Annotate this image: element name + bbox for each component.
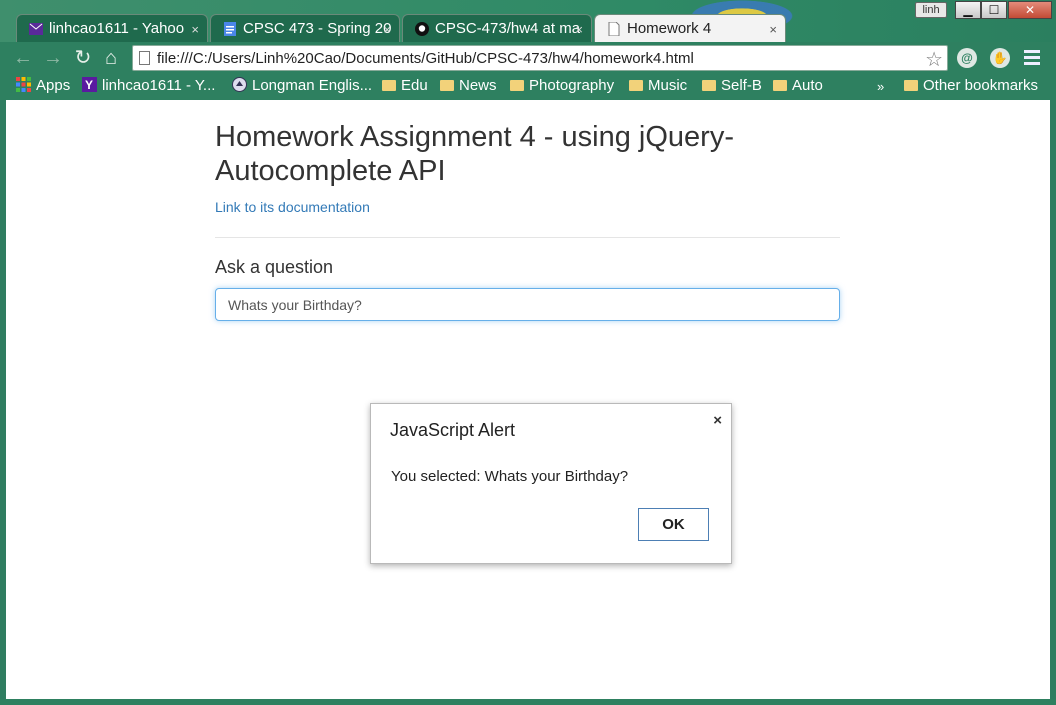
- browser-titlebar: linhcao1611 - Yahoo × CPSC 473 - Spring …: [0, 0, 1056, 42]
- tab-title: linhcao1611 - Yahoo: [49, 20, 185, 37]
- window-bottom-border: [0, 699, 1056, 705]
- bookmarks-bar: Apps Ylinhcao1611 - Y... Longman Englis.…: [0, 74, 1056, 100]
- tab-close-icon[interactable]: ×: [191, 22, 199, 37]
- page-icon: [139, 51, 150, 65]
- svg-text:Y: Y: [85, 78, 93, 92]
- javascript-alert-dialog: JavaScript Alert × You selected: Whats y…: [370, 403, 732, 564]
- divider: [215, 237, 840, 238]
- tab-title: Homework 4: [627, 20, 712, 37]
- folder-icon: [510, 80, 524, 91]
- page-viewport: Homework Assignment 4 - using jQuery-Aut…: [6, 100, 1050, 699]
- tab-homework-4[interactable]: Homework 4 ×: [594, 14, 786, 42]
- bookmark-folder-edu[interactable]: Edu: [382, 77, 428, 94]
- menu-icon[interactable]: [1024, 50, 1040, 66]
- page-icon: [608, 22, 620, 36]
- ok-button[interactable]: OK: [638, 508, 709, 541]
- folder-icon: [904, 80, 918, 91]
- apps-grid-icon: [16, 77, 31, 92]
- maximize-button[interactable]: ☐: [981, 1, 1007, 19]
- question-label: Ask a question: [215, 257, 334, 277]
- bookmark-longman[interactable]: Longman Englis...: [232, 77, 372, 94]
- close-icon[interactable]: ×: [713, 412, 722, 429]
- folder-icon: [702, 80, 716, 91]
- page-title: Homework Assignment 4 - using jQuery-Aut…: [215, 121, 734, 187]
- tab-yahoo-mail[interactable]: linhcao1611 - Yahoo ×: [16, 14, 208, 42]
- home-icon[interactable]: ⌂: [100, 47, 122, 69]
- bookmark-folder-news[interactable]: News: [440, 77, 497, 94]
- github-icon: [415, 22, 429, 36]
- back-icon[interactable]: ←: [12, 47, 34, 69]
- documentation-link[interactable]: Link to its documentation: [215, 199, 370, 215]
- bookmark-yahoo[interactable]: Ylinhcao1611 - Y...: [82, 77, 215, 94]
- alert-title: JavaScript Alert: [390, 420, 516, 440]
- address-bar[interactable]: file:///C:/Users/Linh%20Cao/Documents/Gi…: [132, 45, 948, 71]
- browser-toolbar: ← → ↻ ⌂ file:///C:/Users/Linh%20Cao/Docu…: [0, 42, 1056, 74]
- bookmark-folder-auto[interactable]: Auto: [773, 77, 823, 94]
- close-window-button[interactable]: ✕: [1008, 1, 1052, 19]
- minimize-button[interactable]: ▁: [955, 1, 981, 19]
- alert-message: You selected: Whats your Birthday?: [391, 468, 629, 485]
- tab-title: CPSC-473/hw4 at ma: [435, 20, 581, 37]
- bookmark-folder-self-b[interactable]: Self-B: [702, 77, 762, 94]
- folder-icon: [773, 80, 787, 91]
- folder-icon: [440, 80, 454, 91]
- reload-icon[interactable]: ↻: [72, 47, 94, 69]
- tab-close-icon[interactable]: ×: [383, 22, 391, 37]
- docs-icon: [224, 22, 236, 36]
- bookmark-star-icon[interactable]: ☆: [925, 47, 943, 72]
- question-input[interactable]: [215, 288, 840, 321]
- bookmark-folder-music[interactable]: Music: [629, 77, 687, 94]
- adblock-icon[interactable]: ✋: [990, 48, 1010, 68]
- forward-icon[interactable]: →: [42, 47, 64, 69]
- bookmark-folder-other[interactable]: Other bookmarks: [904, 77, 1038, 94]
- folder-icon: [629, 80, 643, 91]
- tab-cpsc-docs[interactable]: CPSC 473 - Spring 20 ×: [210, 14, 400, 42]
- longman-icon: [232, 77, 247, 92]
- tab-github[interactable]: CPSC-473/hw4 at ma ×: [402, 14, 592, 42]
- bookmarks-overflow-icon[interactable]: »: [877, 79, 884, 94]
- tab-close-icon[interactable]: ×: [769, 22, 777, 37]
- bookmark-apps[interactable]: Apps: [16, 77, 70, 94]
- yahoo-mail-icon: [29, 23, 43, 35]
- tab-title: CPSC 473 - Spring 20: [243, 20, 392, 37]
- folder-icon: [382, 80, 396, 91]
- url-text: file:///C:/Users/Linh%20Cao/Documents/Gi…: [157, 50, 694, 67]
- tab-close-icon[interactable]: ×: [575, 22, 583, 37]
- bookmark-folder-photography[interactable]: Photography: [510, 77, 614, 94]
- yahoo-icon: Y: [82, 77, 97, 92]
- extension-icon[interactable]: @: [957, 48, 977, 68]
- profile-button[interactable]: linh: [915, 2, 947, 18]
